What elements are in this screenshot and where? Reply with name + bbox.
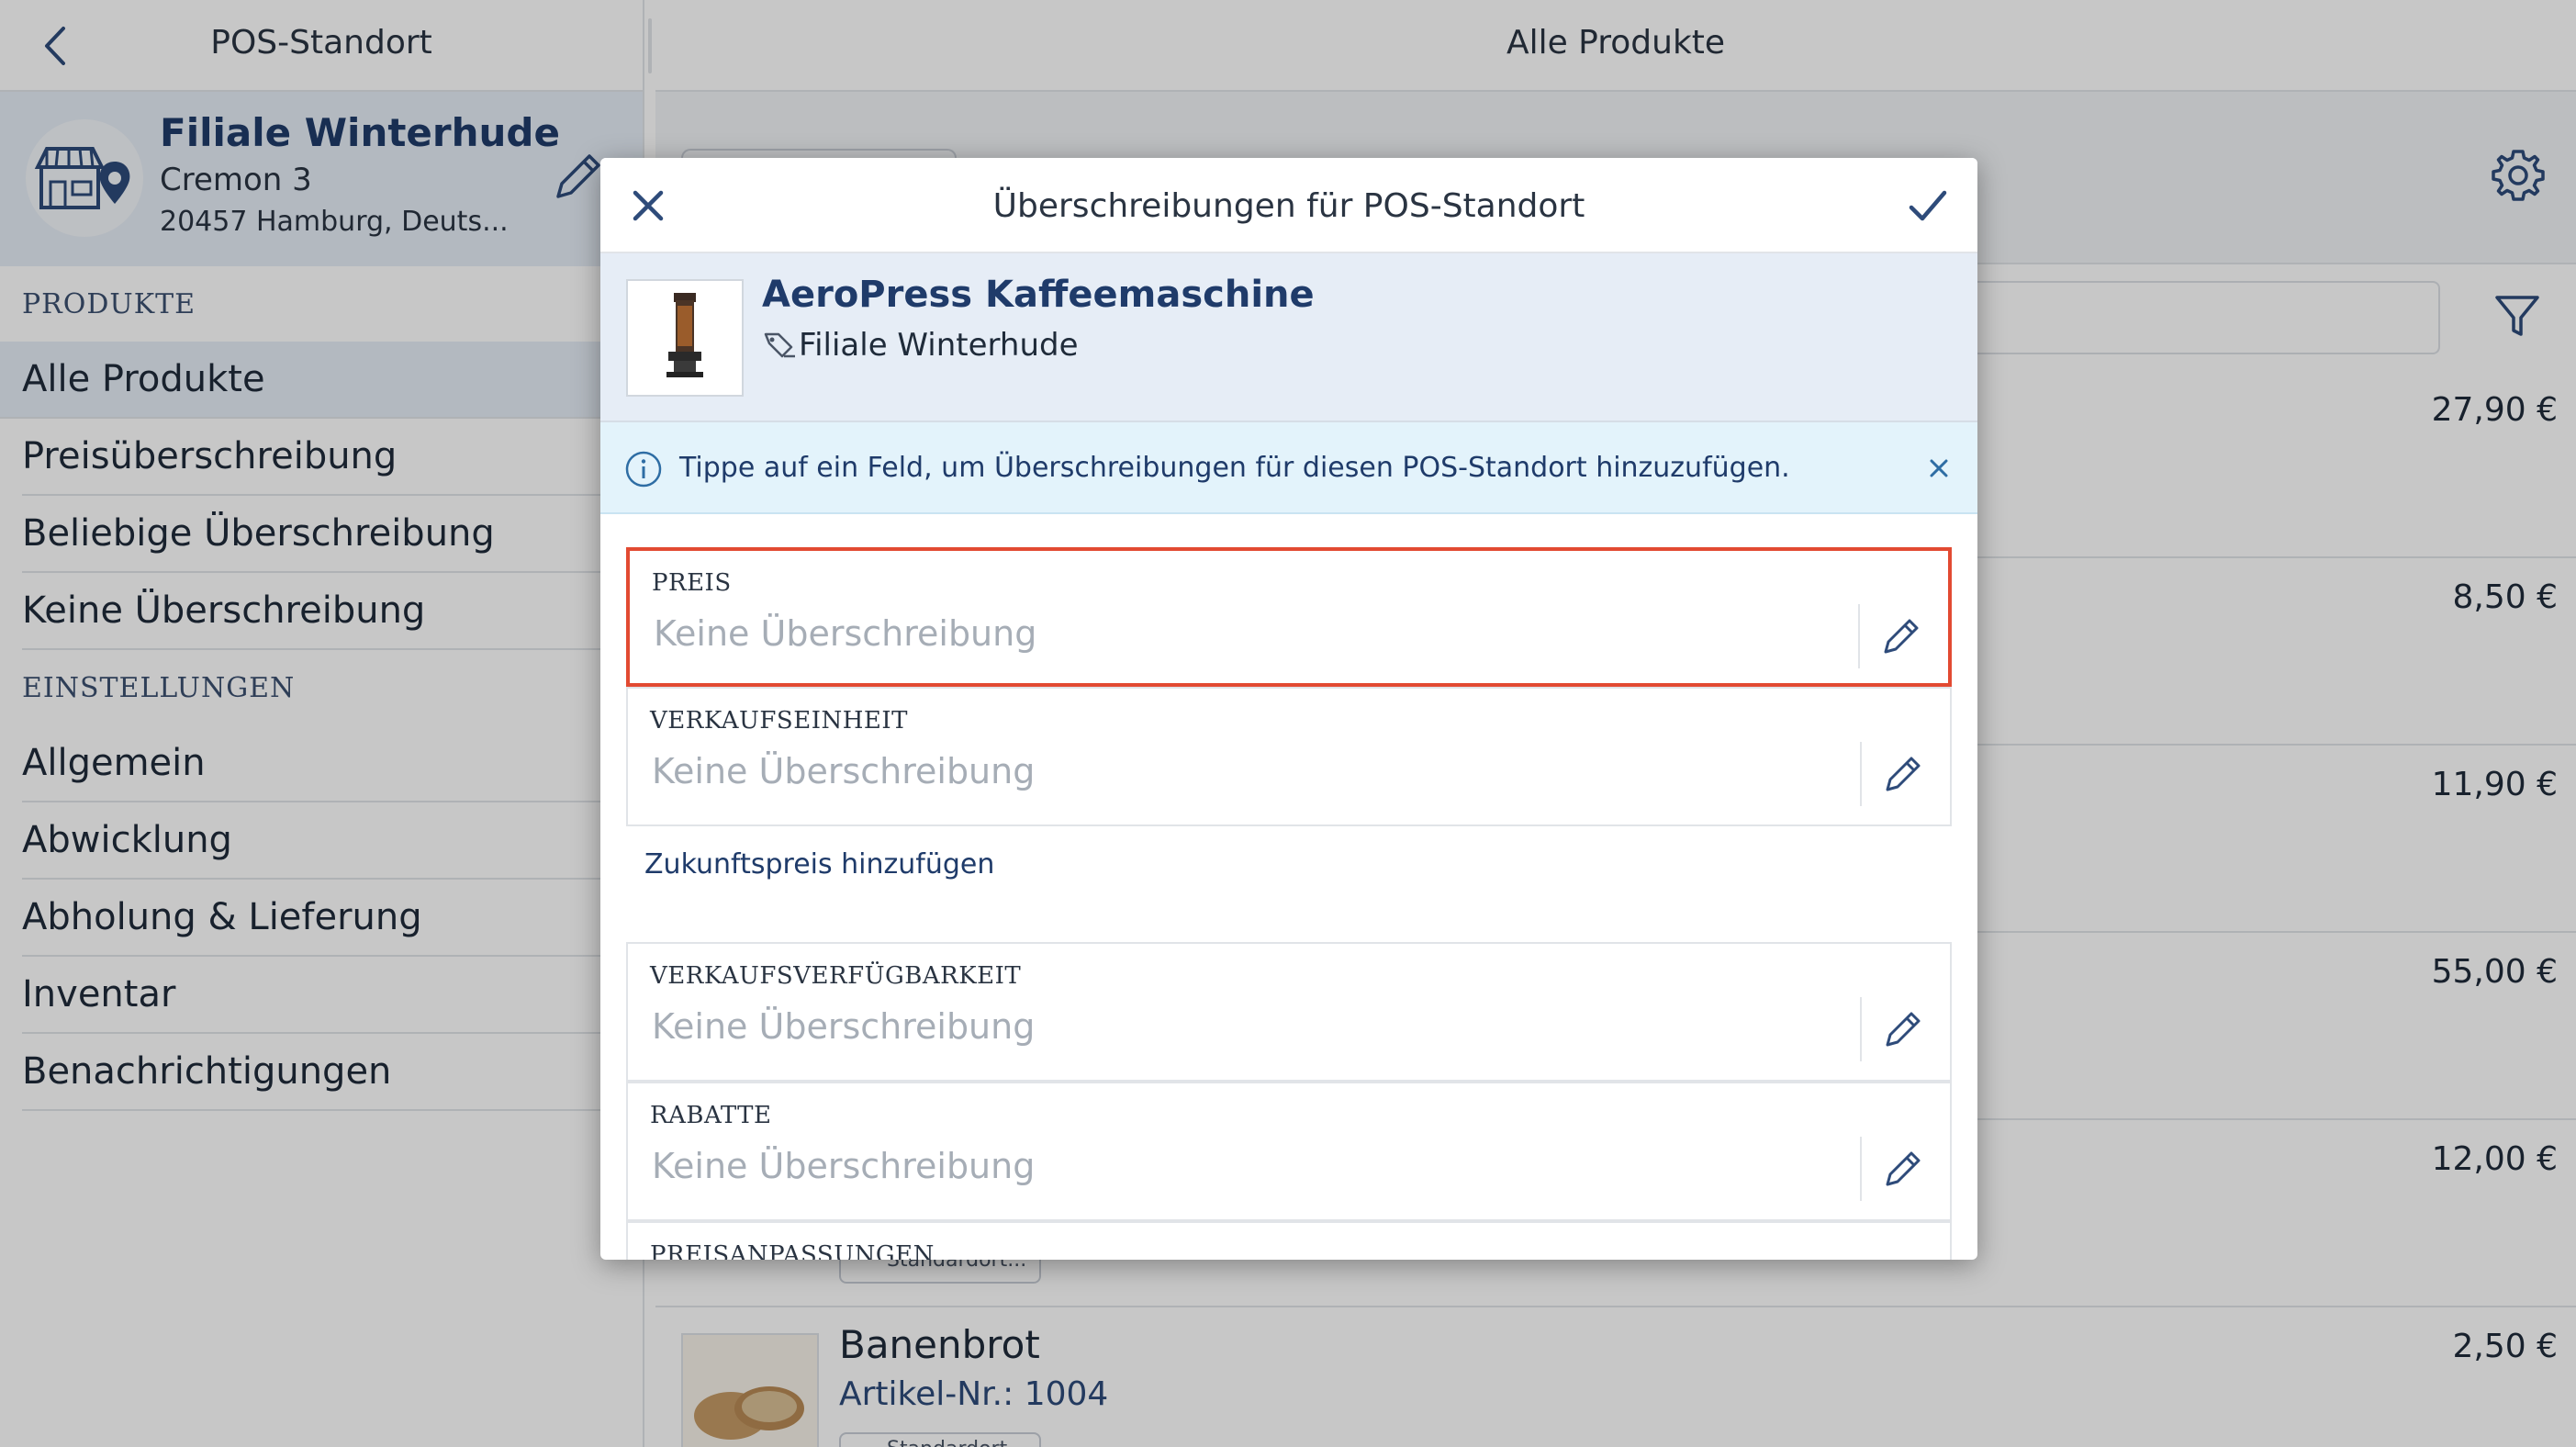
product-location: Filiale Winterhude [762,327,1079,364]
info-banner: Tippe auf ein Feld, um Überschreibungen … [600,422,1977,514]
info-text: Tippe auf ein Feld, um Überschreibungen … [679,452,1790,484]
field-divider [1860,742,1862,806]
pencil-icon [1886,1012,1921,1047]
field-label: VERKAUFSEINHEIT [650,707,909,735]
field-label: VERKAUFSVERFÜGBARKEIT [650,962,1022,990]
checkmark-icon [1909,190,1947,221]
field-divider [1860,997,1862,1061]
aeropress-image [666,293,703,377]
info-icon [625,451,662,488]
pencil-icon [1886,757,1921,791]
price-field[interactable]: PREIS Keine Überschreibung [626,547,1952,687]
edit-sales-unit-button[interactable] [1880,751,1926,797]
pencil-icon [1886,1151,1921,1186]
edit-price-button[interactable] [1878,613,1924,659]
close-icon [1930,459,1948,477]
info-icon-wrap [624,450,663,492]
field-label: RABATTE [650,1102,772,1129]
tag-icon [764,332,795,358]
dialog-body: PREIS Keine Überschreibung VERKAUFSEINHE… [600,514,1977,1260]
product-header: AeroPress Kaffeemaschine Filiale Winterh… [600,253,1977,422]
pencil-icon [1884,619,1919,654]
field-label: PREIS [652,569,732,597]
sales-availability-field[interactable]: VERKAUFSVERFÜGBARKEIT Keine Überschreibu… [626,942,1952,1082]
edit-availability-button[interactable] [1880,1006,1926,1052]
edit-discounts-button[interactable] [1880,1146,1926,1192]
field-label: PREISANPASSUNGEN [650,1241,935,1260]
product-location-text: Filiale Winterhude [799,327,1079,364]
product-name: AeroPress Kaffeemaschine [762,274,1315,316]
product-thumbnail [626,279,744,397]
dialog-header: Überschreibungen für POS-Standort [600,158,1977,253]
dialog-title: Überschreibungen für POS-Standort [992,187,1585,225]
dismiss-info-button[interactable] [1926,455,1952,481]
field-value: Keine Überschreibung [652,751,1036,791]
field-value: Keine Überschreibung [652,1006,1036,1047]
field-value: Keine Überschreibung [654,613,1037,654]
discounts-field[interactable]: RABATTE Keine Überschreibung [626,1082,1952,1221]
field-value: Keine Überschreibung [652,1146,1036,1186]
override-dialog: Überschreibungen für POS-Standort AeroPr… [600,158,1977,1260]
sales-unit-field[interactable]: VERKAUFSEINHEIT Keine Überschreibung [626,687,1952,826]
confirm-button[interactable] [1906,184,1950,228]
price-adjustments-field[interactable]: PREISANPASSUNGEN [626,1221,1952,1260]
field-divider [1860,1137,1862,1201]
field-divider [1858,604,1860,668]
add-future-price-link[interactable]: Zukunftspreis hinzufügen [644,848,994,881]
